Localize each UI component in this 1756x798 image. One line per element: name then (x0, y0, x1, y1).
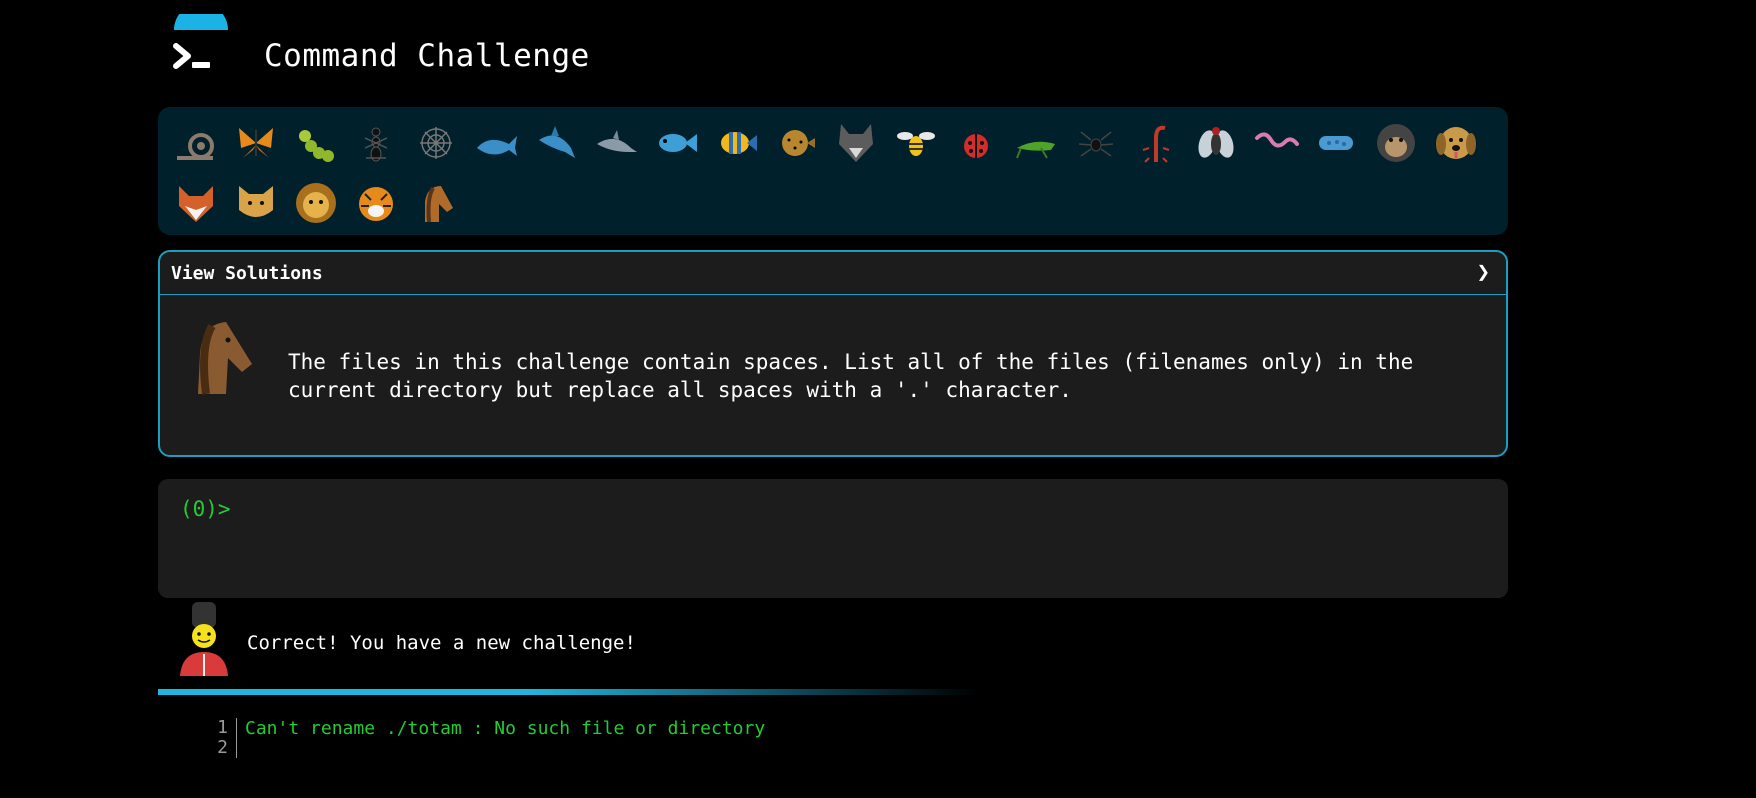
blowfish-badge-icon[interactable] (766, 113, 826, 173)
output-panel: 1 Can't rename ./totam : No such file or… (200, 718, 1100, 758)
fox-badge-icon[interactable] (166, 173, 226, 233)
ladybug-badge-icon[interactable] (946, 113, 1006, 173)
royal-guard-icon (180, 602, 228, 676)
app-title: Command Challenge (264, 38, 590, 74)
terminal-prompt: (0)> (180, 497, 231, 521)
horse-head-icon (198, 322, 252, 395)
tiger-badge-icon[interactable] (346, 173, 406, 233)
output-text: Can't rename ./totam : No such file or d… (245, 717, 766, 739)
output-line: 2 (200, 738, 1100, 758)
microbe-badge-icon[interactable] (1306, 113, 1366, 173)
worm-badge-icon[interactable] (1246, 113, 1306, 173)
line-number: 2 (200, 738, 237, 758)
spiderweb-badge-icon[interactable] (406, 113, 466, 173)
command-input[interactable] (232, 493, 1486, 525)
badge-row-2 (166, 173, 1508, 233)
progress-fill (158, 689, 978, 695)
terminal-panel[interactable]: (0)> (158, 479, 1508, 598)
butterfly-badge-icon[interactable] (226, 113, 286, 173)
snail-badge-icon[interactable] (166, 113, 226, 173)
gorilla-badge-icon[interactable] (1366, 113, 1426, 173)
wolf-badge-icon[interactable] (826, 113, 886, 173)
shark-badge-icon[interactable] (526, 113, 586, 173)
status-message: Correct! You have a new challenge! (247, 632, 636, 654)
cat-badge-icon[interactable] (226, 173, 286, 233)
horse-badge-icon[interactable] (406, 173, 466, 233)
tropical-fish-badge-icon[interactable] (706, 113, 766, 173)
line-number: 1 (200, 718, 237, 738)
caterpillar-badge-icon[interactable] (286, 113, 346, 173)
spider-badge-icon[interactable] (1066, 113, 1126, 173)
fish-badge-icon[interactable] (646, 113, 706, 173)
badge-row-1 (166, 113, 1508, 173)
chevron-right-icon[interactable]: ❯ (1477, 260, 1490, 285)
challenge-card: View Solutions ❯ The files in this chall… (158, 250, 1508, 457)
scorpion-badge-icon[interactable] (1126, 113, 1186, 173)
badge-panel (158, 107, 1508, 235)
whale-badge-icon[interactable] (466, 113, 526, 173)
challenge-description: The files in this challenge contain spac… (288, 350, 1414, 402)
terminal-prompt-icon[interactable] (168, 14, 234, 80)
dolphin-badge-icon[interactable] (586, 113, 646, 173)
ant-badge-icon[interactable] (346, 113, 406, 173)
fly-badge-icon[interactable] (1186, 113, 1246, 173)
app-header: Command Challenge (168, 14, 768, 84)
view-solutions-label[interactable]: View Solutions (171, 263, 323, 284)
dog-badge-icon[interactable] (1426, 113, 1486, 173)
cricket-badge-icon[interactable] (1006, 113, 1066, 173)
output-line: 1 Can't rename ./totam : No such file or… (200, 717, 1100, 739)
lion-badge-icon[interactable] (286, 173, 346, 233)
bee-badge-icon[interactable] (886, 113, 946, 173)
progress-bar (158, 689, 978, 695)
view-solutions-header[interactable]: View Solutions ❯ (160, 252, 1506, 295)
